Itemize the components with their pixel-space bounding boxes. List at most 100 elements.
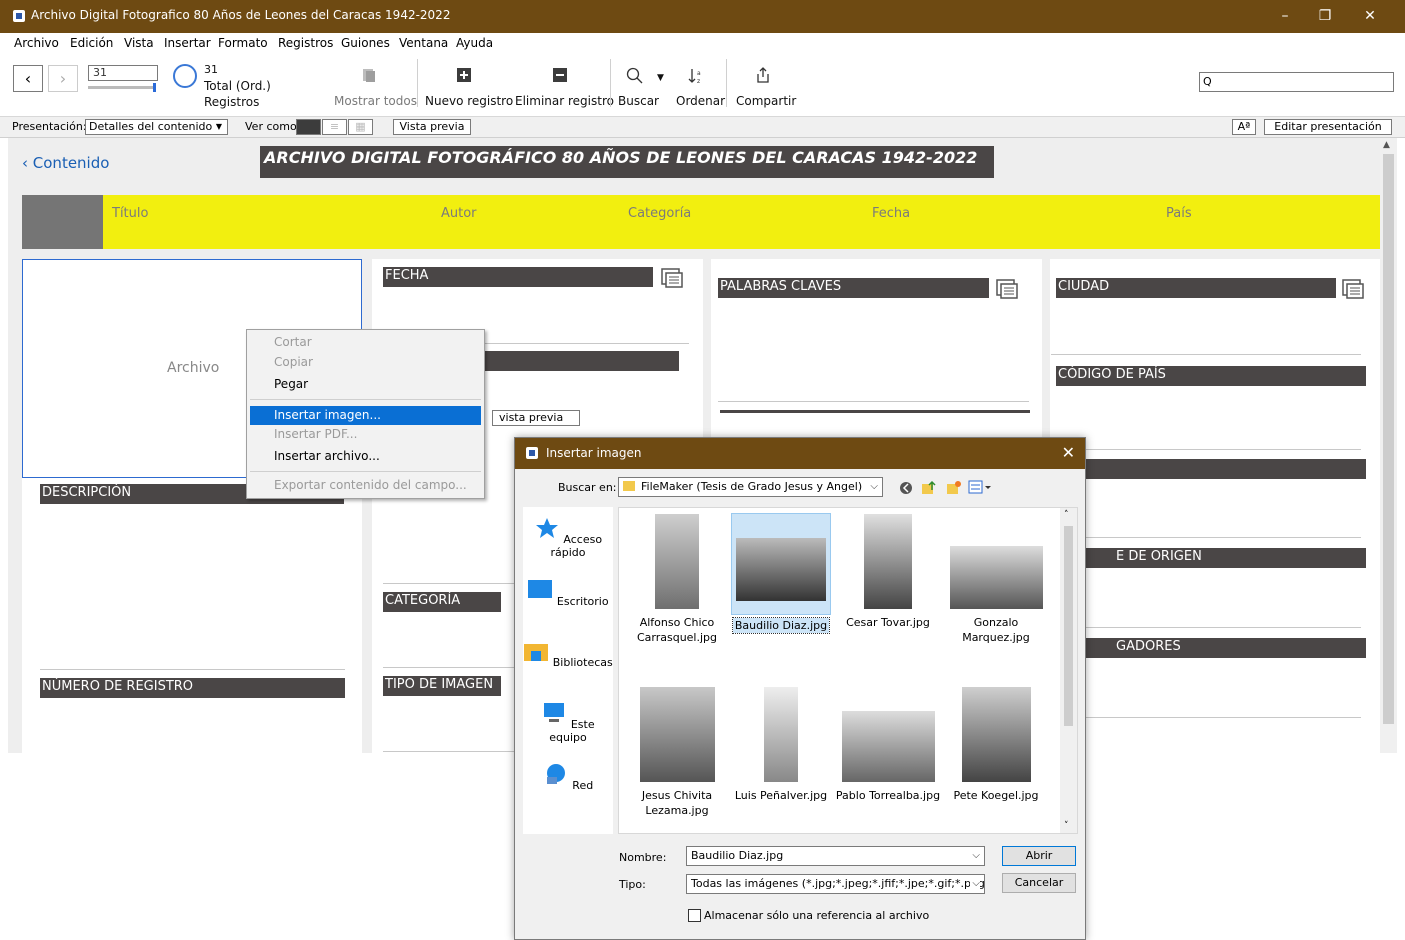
scrollbar-thumb[interactable] bbox=[1064, 526, 1073, 726]
sort-icon: az bbox=[688, 69, 701, 85]
field-picker-icon[interactable] bbox=[996, 279, 1018, 299]
file-name-input[interactable]: Baudilio Diaz.jpg ⌵ bbox=[686, 846, 985, 866]
file-item-luis[interactable]: Luis Peñalver.jpg bbox=[726, 687, 836, 803]
context-menu: Cortar Copiar Pegar Insertar imagen... I… bbox=[246, 329, 485, 499]
selection-highlight bbox=[731, 513, 831, 615]
quick-find-input[interactable]: Q bbox=[1199, 72, 1394, 92]
place-network[interactable]: Red bbox=[523, 763, 613, 792]
menu-insertar[interactable]: Insertar bbox=[164, 36, 211, 50]
column-title[interactable]: Título bbox=[112, 206, 148, 221]
file-item-jesus[interactable]: Jesus Chivita Lezama.jpg bbox=[622, 687, 732, 818]
file-name: Gonzalo bbox=[973, 616, 1019, 629]
file-list-scrollbar[interactable]: ˄ ˅ bbox=[1060, 508, 1077, 833]
file-item-alfonso[interactable]: Alfonso Chico Carrasquel.jpg bbox=[622, 514, 732, 645]
scroll-up-icon[interactable]: ˄ bbox=[1064, 510, 1069, 520]
menu-item-insert-image[interactable]: Insertar imagen... bbox=[250, 406, 481, 425]
new-folder-icon[interactable] bbox=[946, 480, 962, 495]
back-link[interactable]: ‹ Contenido bbox=[22, 154, 109, 172]
file-item-baudilio[interactable]: Baudilio Diaz.jpg bbox=[726, 513, 836, 634]
menu-item-paste[interactable]: Pegar bbox=[250, 375, 481, 394]
scroll-up-icon[interactable]: ▲ bbox=[1383, 140, 1390, 150]
column-date[interactable]: Fecha bbox=[872, 206, 910, 221]
back-icon[interactable] bbox=[899, 481, 913, 495]
menu-ayuda[interactable]: Ayuda bbox=[456, 36, 493, 50]
minimize-button[interactable]: – bbox=[1270, 6, 1300, 26]
preview-button[interactable]: Vista previa bbox=[393, 119, 471, 135]
menu-archivo[interactable]: Archivo bbox=[14, 36, 59, 50]
form-view-icon[interactable] bbox=[296, 119, 321, 135]
field-picker-icon[interactable] bbox=[661, 268, 683, 288]
file-item-gonzalo[interactable]: Gonzalo Marquez.jpg bbox=[941, 546, 1051, 645]
scroll-down-icon[interactable]: ˅ bbox=[1064, 821, 1069, 831]
file-type-select[interactable]: Todas las imágenes (*.jpg;*.jpeg;*.jfif;… bbox=[686, 874, 985, 894]
field-underline bbox=[1051, 354, 1361, 355]
menu-item-insert-file[interactable]: Insertar archivo... bbox=[250, 447, 481, 466]
view-menu-icon[interactable] bbox=[968, 480, 992, 495]
column-country[interactable]: País bbox=[1166, 206, 1192, 221]
up-folder-icon[interactable] bbox=[921, 480, 937, 495]
next-record-button[interactable]: › bbox=[48, 65, 78, 92]
previous-record-button[interactable]: ‹ bbox=[13, 65, 43, 92]
open-button[interactable]: Abrir bbox=[1002, 846, 1076, 866]
file-name: Marquez.jpg bbox=[962, 631, 1030, 644]
look-in-select[interactable]: FileMaker (Tesis de Grado Jesus y Angel)… bbox=[618, 477, 883, 497]
column-category[interactable]: Categoría bbox=[628, 206, 691, 221]
layout-select[interactable]: Detalles del contenido ▼ bbox=[85, 119, 228, 135]
menu-formato[interactable]: Formato bbox=[218, 36, 268, 50]
record-number-field[interactable]: 31 bbox=[88, 65, 158, 81]
share-button[interactable]: Compartir bbox=[736, 94, 796, 108]
place-libraries[interactable]: Bibliotecas bbox=[523, 640, 613, 669]
file-item-pablo[interactable]: Pablo Torrealba.jpg bbox=[833, 711, 943, 803]
font-size-button[interactable]: Aª bbox=[1232, 119, 1256, 135]
look-in-value: FileMaker (Tesis de Grado Jesus y Angel) bbox=[641, 480, 863, 493]
file-name: Cesar Tovar.jpg bbox=[846, 616, 930, 629]
menu-edicion[interactable]: Edición bbox=[70, 36, 113, 50]
place-quick-access[interactable]: Acceso rápido bbox=[523, 517, 613, 559]
list-view-icon[interactable]: ≡ bbox=[322, 119, 347, 135]
menu-vista[interactable]: Vista bbox=[124, 36, 154, 50]
field-underline bbox=[1051, 717, 1361, 718]
file-type-value: Todas las imágenes (*.jpg;*.jpeg;*.jfif;… bbox=[691, 877, 985, 890]
table-view-icon[interactable]: ▦ bbox=[348, 119, 373, 135]
image-thumbnail bbox=[961, 687, 1031, 782]
edit-layout-button[interactable]: Editar presentación bbox=[1264, 119, 1392, 135]
menu-bar: Archivo Edición Vista Insertar Formato R… bbox=[0, 33, 1405, 53]
field-underline bbox=[1051, 537, 1361, 538]
record-slider[interactable] bbox=[88, 83, 156, 92]
file-item-pete[interactable]: Pete Koegel.jpg bbox=[941, 687, 1051, 803]
restore-button[interactable]: ❐ bbox=[1310, 6, 1340, 26]
share-icon bbox=[757, 67, 769, 83]
tipo-imagen-label: TIPO DE IMAGEN bbox=[383, 676, 501, 696]
find-button[interactable]: Buscar bbox=[618, 94, 659, 108]
menu-guiones[interactable]: Guiones bbox=[341, 36, 390, 50]
delete-record-button[interactable]: Eliminar registro bbox=[515, 94, 614, 108]
field-picker-icon[interactable] bbox=[1342, 279, 1364, 299]
page-title: ARCHIVO DIGITAL FOTOGRÁFICO 80 AÑOS DE L… bbox=[260, 146, 994, 178]
app-icon bbox=[13, 10, 25, 22]
menu-ventana[interactable]: Ventana bbox=[399, 36, 448, 50]
content-scrollbar[interactable]: ▲ bbox=[1380, 138, 1397, 753]
scrollbar-thumb[interactable] bbox=[1383, 154, 1394, 724]
file-name: Luis Peñalver.jpg bbox=[734, 789, 828, 802]
menu-registros[interactable]: Registros bbox=[278, 36, 333, 50]
file-item-cesar[interactable]: Cesar Tovar.jpg bbox=[833, 514, 943, 630]
delete-record-icon bbox=[553, 68, 567, 82]
menu-item-export[interactable]: Exportar contenido del campo... bbox=[250, 476, 481, 495]
show-all-button[interactable]: Mostrar todos bbox=[334, 94, 417, 108]
menu-item-insert-pdf[interactable]: Insertar PDF... bbox=[250, 425, 481, 444]
menu-separator bbox=[250, 399, 481, 400]
menu-item-cut[interactable]: Cortar bbox=[250, 333, 481, 352]
close-icon[interactable]: ✕ bbox=[1062, 443, 1075, 462]
new-record-button[interactable]: Nuevo registro bbox=[425, 94, 513, 108]
sort-button[interactable]: Ordenar bbox=[676, 94, 725, 108]
total-count: 31 bbox=[204, 63, 218, 76]
menu-item-copy[interactable]: Copiar bbox=[250, 353, 481, 372]
cancel-button[interactable]: Cancelar bbox=[1002, 873, 1076, 893]
chevron-down-icon: ⌵ bbox=[970, 875, 980, 893]
place-desktop[interactable]: Escritorio bbox=[523, 579, 613, 608]
place-this-pc[interactable]: Este equipo bbox=[523, 702, 613, 744]
field-label bbox=[1056, 459, 1366, 479]
column-author[interactable]: Autor bbox=[441, 206, 477, 221]
store-reference-checkbox[interactable] bbox=[688, 909, 701, 922]
close-button[interactable]: ✕ bbox=[1355, 6, 1385, 26]
